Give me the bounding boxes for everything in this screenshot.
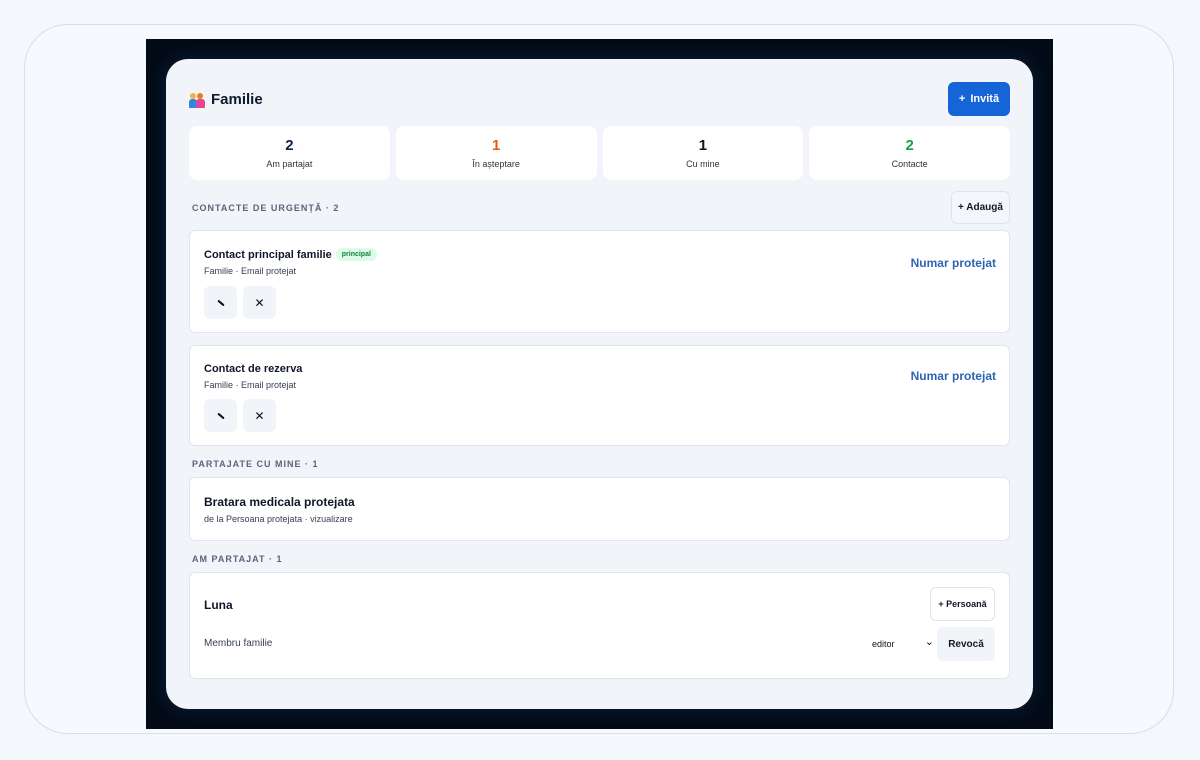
- stat-contacts: 2 Contacte: [809, 126, 1010, 180]
- delete-button[interactable]: ✕: [243, 286, 276, 319]
- i-shared-section-label: AM PARTAJAT · 1: [192, 554, 283, 564]
- add-person-button[interactable]: + Persoană: [930, 587, 995, 621]
- edit-button[interactable]: [204, 286, 237, 319]
- page-title: Familie: [189, 91, 263, 108]
- emergency-contact-card: Contact principal familie principal Fami…: [189, 230, 1010, 333]
- stat-with-me: 1 Cu mine: [602, 126, 804, 180]
- emergency-section-label: CONTACTE DE URGENȚĂ · 2: [192, 203, 340, 213]
- role-value: editor: [872, 639, 895, 649]
- member-label: Membru familie: [204, 638, 273, 649]
- add-contact-button[interactable]: + Adaugă: [951, 191, 1010, 224]
- family-panel: Familie + Invită 2 Am partajat 1 În aște…: [166, 59, 1033, 709]
- invite-button[interactable]: + Invită: [948, 82, 1010, 116]
- shared-with-me-section-label: PARTAJATE CU MINE · 1: [192, 459, 319, 469]
- plus-icon: +: [958, 93, 966, 105]
- stat-label: Cu mine: [686, 159, 720, 169]
- shared-device-card: Luna + Persoană Membru familie editor ⌄ …: [189, 572, 1010, 679]
- contact-sub: Familie · Email protejat: [204, 266, 297, 276]
- stat-value: 1: [491, 137, 501, 154]
- stat-label: Am partajat: [266, 159, 313, 169]
- header: Familie + Invită: [189, 82, 1010, 118]
- pencil-icon: [216, 412, 225, 419]
- contact-name-text: Contact principal familie: [204, 248, 332, 261]
- stat-value: 2: [285, 137, 294, 154]
- stat-shared: 2 Am partajat: [189, 126, 390, 180]
- stat-value: 2: [905, 137, 914, 154]
- contact-phone[interactable]: Numar protejat: [911, 369, 996, 383]
- contact-name-text: Contact de rezerva: [204, 363, 303, 375]
- stat-label: Contacte: [891, 159, 928, 169]
- page-title-text: Familie: [211, 91, 263, 108]
- contact-phone[interactable]: Numar protejat: [911, 256, 996, 270]
- invite-label: Invită: [970, 93, 1000, 105]
- family-icon: [189, 92, 205, 108]
- stat-pending: 1 În așteptare: [395, 126, 597, 180]
- shared-item-card[interactable]: Bratara medicala protejata de la Persoan…: [189, 477, 1010, 541]
- emergency-contact-card: Contact de rezerva Familie · Email prote…: [189, 345, 1010, 446]
- device-name: Luna: [204, 598, 233, 612]
- contact-name: Contact de rezerva: [204, 363, 302, 375]
- shared-item-name: Bratara medicala protejata: [204, 495, 355, 509]
- stat-value: 1: [698, 137, 708, 154]
- edit-button[interactable]: [204, 399, 237, 432]
- pencil-icon: [216, 299, 225, 306]
- delete-button[interactable]: ✕: [243, 399, 276, 432]
- close-icon: ✕: [254, 408, 265, 423]
- chevron-down-icon: ⌄: [924, 636, 934, 648]
- stat-label: În așteptare: [472, 159, 520, 169]
- shared-item-sub: de la Persoana protejata · vizualizare: [204, 514, 353, 524]
- primary-badge: principal: [335, 248, 377, 261]
- role-select[interactable]: editor ⌄: [872, 635, 934, 653]
- contact-sub: Familie · Email protejat: [204, 380, 297, 390]
- revoke-button[interactable]: Revocă: [937, 627, 995, 661]
- contact-name: Contact principal familie principal: [204, 248, 377, 261]
- close-icon: ✕: [254, 295, 265, 310]
- stats-row: 2 Am partajat 1 În așteptare 1 Cu mine 2…: [189, 126, 1010, 180]
